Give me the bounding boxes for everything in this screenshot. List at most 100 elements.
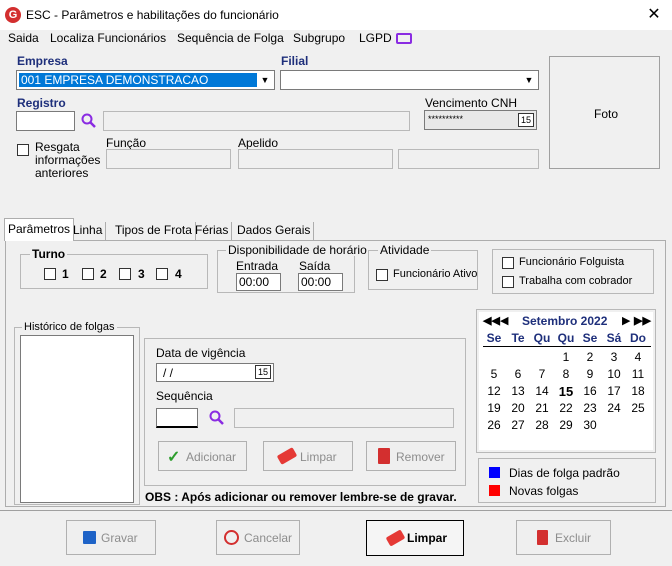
monitor-icon[interactable] (396, 33, 412, 44)
tab-parametros[interactable]: Parâmetros (4, 218, 75, 241)
calendar-day-10[interactable]: 10 (602, 367, 626, 384)
menu-localiza-funcionarios[interactable]: Localiza Funcionários (50, 30, 166, 46)
tab-linha[interactable]: Linha (70, 222, 107, 240)
limpar-label: Limpar (407, 531, 448, 545)
empresa-combo[interactable]: 001 EMPRESA DEMONSTRACAO ▼ (16, 70, 275, 90)
legend-red-swatch (489, 485, 500, 496)
turno-3-checkbox[interactable] (119, 268, 131, 280)
vencimento-cnh-input[interactable]: ********** 15 (424, 110, 537, 130)
menu-subgrupo[interactable]: Subgrupo (293, 30, 345, 46)
turno-2-label: 2 (100, 267, 107, 281)
limpar-button[interactable]: Limpar (366, 520, 464, 556)
calendar-day-12[interactable]: 12 (482, 384, 506, 401)
cobrador-checkbox[interactable] (502, 276, 514, 288)
calendar-day-5[interactable]: 5 (482, 367, 506, 384)
chevron-down-icon[interactable]: ▼ (522, 72, 536, 88)
calendar-day-24[interactable]: 24 (602, 401, 626, 418)
sequencia-input[interactable] (156, 408, 198, 428)
excluir-button[interactable]: Excluir (516, 520, 611, 555)
calendar-day-1[interactable]: 1 (554, 350, 578, 367)
chevron-down-icon[interactable]: ▼ (258, 72, 272, 88)
calendar-day-23[interactable]: 23 (578, 401, 602, 418)
registro-input[interactable] (16, 111, 75, 131)
entrada-input[interactable]: 00:00 (236, 273, 281, 291)
calendar-day-19[interactable]: 19 (482, 401, 506, 418)
funcionario-ativo-checkbox[interactable] (376, 269, 388, 281)
gravar-button[interactable]: Gravar (66, 520, 156, 555)
calendar-week: 26 27 28 29 30 (482, 418, 650, 435)
funcao-field (106, 149, 231, 169)
turno-4-checkbox[interactable] (156, 268, 168, 280)
eraser-icon (276, 447, 298, 465)
calendar-day-26[interactable]: 26 (482, 418, 506, 435)
adicionar-button[interactable]: ✓ Adicionar (158, 441, 247, 471)
cancelar-button[interactable]: Cancelar (216, 520, 300, 555)
foto-label: Foto (594, 107, 619, 121)
menu-saida[interactable]: Saida (8, 30, 39, 46)
extra-field (398, 149, 539, 169)
filial-combo[interactable]: ▼ (280, 70, 539, 90)
turno-2-checkbox[interactable] (82, 268, 94, 280)
prev-month-icon[interactable]: ◀ (500, 314, 508, 327)
calendar-day-8[interactable]: 8 (554, 367, 578, 384)
trash-icon (537, 530, 548, 545)
calendar-day-21[interactable]: 21 (530, 401, 554, 418)
turno-1-checkbox[interactable] (44, 268, 56, 280)
footer-divider (0, 510, 672, 511)
saida-input[interactable]: 00:00 (298, 273, 343, 291)
calendar-day-14[interactable]: 14 (530, 384, 554, 401)
limpar-small-button[interactable]: Limpar (263, 441, 353, 471)
eraser-icon (385, 529, 406, 547)
folguista-checkbox[interactable] (502, 257, 514, 269)
calendar-day-22[interactable]: 22 (554, 401, 578, 418)
next-month-icon[interactable]: ▶ (622, 314, 630, 327)
calendar-day-11[interactable]: 11 (626, 367, 650, 384)
calendar-day-15[interactable]: 15 (554, 384, 578, 401)
legend-novas-folgas: Novas folgas (509, 484, 579, 498)
calendar-day-29[interactable]: 29 (554, 418, 578, 435)
calendar-day-9[interactable]: 9 (578, 367, 602, 384)
prev-year-icon[interactable]: ◀◀ (483, 314, 500, 327)
calendar-day-7[interactable]: 7 (530, 367, 554, 384)
calendar-day-27[interactable]: 27 (506, 418, 530, 435)
historico-label: Histórico de folgas (22, 321, 117, 333)
search-icon[interactable] (209, 410, 225, 426)
weekday-0: Se (486, 331, 502, 345)
calendar-day-17[interactable]: 17 (602, 384, 626, 401)
vigencia-input[interactable]: / / 15 (156, 363, 274, 382)
calendar-day-20[interactable]: 20 (506, 401, 530, 418)
vigencia-label: Data de vigência (156, 346, 246, 360)
remover-button[interactable]: Remover (366, 441, 456, 471)
calendar-day-2[interactable]: 2 (578, 350, 602, 367)
resgata-checkbox[interactable] (17, 144, 29, 156)
tab-tipos-de-frota[interactable]: Tipos de Frota (112, 222, 196, 240)
tab-dados-gerais[interactable]: Dados Gerais (234, 222, 315, 240)
filial-label: Filial (281, 54, 309, 68)
tab-ferias[interactable]: Férias (192, 222, 233, 240)
calendar-day-6[interactable]: 6 (506, 367, 530, 384)
calendar-day-18[interactable]: 18 (626, 384, 650, 401)
menu-lgpd[interactable]: LGPD (359, 30, 392, 46)
trash-icon (378, 448, 390, 464)
calendar-day-3[interactable]: 3 (602, 350, 626, 367)
calendar-day-28[interactable]: 28 (530, 418, 554, 435)
menu-sequencia-de-folga[interactable]: Sequência de Folga (177, 30, 284, 46)
calendar-day-4[interactable]: 4 (626, 350, 650, 367)
empresa-label: Empresa (17, 54, 68, 68)
calendar-day-30[interactable]: 30 (578, 418, 602, 435)
sequencia-label: Sequência (156, 389, 213, 403)
next-year-icon[interactable]: ▶▶ (634, 314, 651, 327)
calendar-day-empty (482, 350, 506, 367)
search-icon[interactable] (81, 113, 97, 129)
disponibilidade-title: Disponibilidade de horário (226, 243, 369, 257)
excluir-label: Excluir (555, 531, 592, 545)
historico-list[interactable] (20, 335, 134, 503)
calendar-icon[interactable]: 15 (255, 365, 271, 379)
calendar-week: 12 13 14 15 16 17 18 (482, 384, 650, 401)
legend-dias-folga: Dias de folga padrão (509, 466, 620, 480)
calendar-day-25[interactable]: 25 (626, 401, 650, 418)
close-icon[interactable]: ✕ (640, 3, 668, 27)
calendar-day-13[interactable]: 13 (506, 384, 530, 401)
calendar-icon[interactable]: 15 (518, 113, 534, 127)
calendar-day-16[interactable]: 16 (578, 384, 602, 401)
